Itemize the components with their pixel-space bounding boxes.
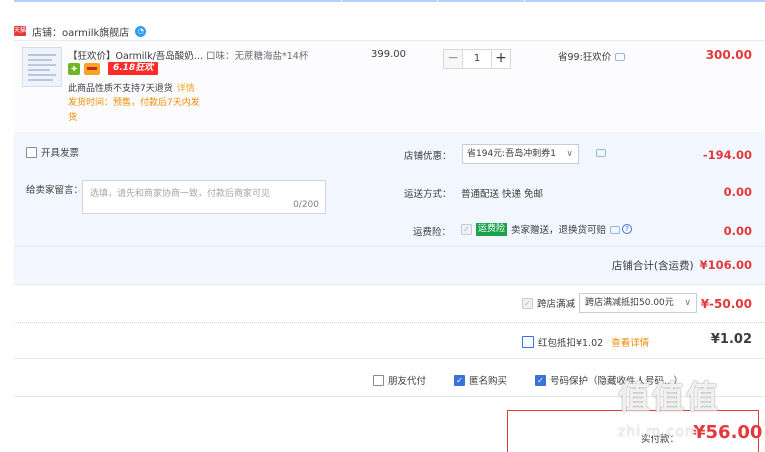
divider — [14, 358, 765, 359]
invoice-checkbox[interactable] — [26, 146, 37, 158]
cross-store-amount: ¥-50.00 — [700, 297, 752, 311]
shipping-label: 运送方式： — [404, 189, 452, 200]
help-icon[interactable]: ? — [622, 224, 633, 234]
friend-pay-checkbox[interactable] — [373, 374, 384, 386]
header-underline — [14, 0, 765, 2]
chevron-down-icon: ∨ — [684, 298, 692, 308]
message-placeholder: 选填，请先和商家协商一致，付款后商家可见 — [90, 189, 271, 199]
payment-amount: ¥56.00 — [693, 422, 763, 443]
insurance-amount: 0.00 — [723, 224, 752, 238]
insurance-checkbox: ✓ — [461, 223, 472, 235]
card-icon — [84, 62, 100, 75]
no-return-notice: 此商品性质不支持7天退货 详情 — [68, 84, 195, 94]
product-badges: ✚ 6.18狂欢 — [68, 62, 159, 75]
red-packet-amount: ¥1.02 — [710, 332, 752, 347]
divider — [14, 322, 765, 323]
green-service-icon: ✚ — [68, 62, 80, 75]
unit-price: 399.00 — [371, 49, 406, 60]
promo-618-badge: 6.18狂欢 — [108, 62, 159, 75]
qty-input[interactable]: 1 — [463, 49, 491, 69]
friend-pay-option[interactable]: 朋友代付 — [373, 373, 426, 387]
insurance-option: ✓ 运费险 卖家赠送，退换货可赔 ? — [461, 222, 633, 236]
shipping-method: 普通配送 快递 免邮 — [461, 189, 544, 200]
line-total: 300.00 — [705, 48, 752, 62]
anonymous-checkbox[interactable]: ✓ — [454, 374, 465, 386]
product-thumbnail[interactable] — [22, 47, 62, 87]
comment-icon[interactable] — [610, 226, 621, 234]
product-title-link[interactable]: 【狂欢价】Oarmilk/吾岛酸奶… — [68, 48, 203, 62]
chat-icon[interactable]: ◔ — [135, 25, 147, 37]
red-packet-checkbox[interactable] — [522, 336, 534, 348]
shipping-amount: 0.00 — [723, 185, 752, 199]
invoice-option[interactable]: 开具发票 — [26, 145, 79, 159]
shop-subtotal: 店铺合计(含运费) ¥106.00 — [611, 258, 752, 272]
red-packet-detail-link[interactable]: 查看详情 — [611, 335, 649, 349]
header-separator — [437, 0, 438, 2]
subtotal-amount: ¥106.00 — [699, 258, 752, 272]
message-label: 给卖家留言： — [26, 185, 84, 196]
product-sku: 口味：无蔗糖海盐*14杯 — [206, 51, 309, 62]
coupon-label: 店铺优惠： — [404, 151, 452, 162]
quantity-stepper: − 1 + — [443, 49, 511, 69]
no-return-detail-link[interactable]: 详情 — [177, 84, 195, 94]
number-protect-checkbox[interactable]: ✓ — [535, 374, 546, 386]
qty-increase-button[interactable]: + — [491, 49, 511, 69]
qty-decrease-button[interactable]: − — [443, 49, 463, 69]
header-separator — [524, 0, 525, 2]
insurance-label: 运费险： — [413, 227, 452, 238]
red-packet-option: 红包抵扣¥1.02 查看详情 — [522, 335, 649, 349]
cross-store-checkbox: ✓ — [522, 297, 533, 309]
cross-store-discount: ✓ 跨店满减 跨店满减抵扣50.00元 ∨ — [522, 293, 698, 313]
anonymous-option[interactable]: ✓ 匿名购买 — [454, 373, 507, 387]
coupon-select[interactable]: 省194元:吾岛冲刺券1 ∨ — [462, 144, 579, 164]
coupon-amount: -194.00 — [702, 148, 752, 162]
cross-store-select[interactable]: 跨店满减抵扣50.00元 ∨ — [579, 293, 698, 313]
comment-icon[interactable] — [596, 149, 606, 157]
chevron-down-icon: ∨ — [566, 149, 573, 159]
tmall-icon: 天猫 — [14, 26, 27, 36]
shop-name-link[interactable]: 店铺：oarmilk旗舰店 — [32, 24, 129, 39]
discount-info: 省99:狂欢价 — [558, 49, 626, 63]
message-char-count: 0/200 — [293, 200, 319, 210]
header-separator — [341, 0, 342, 2]
shop-row: 天猫 店铺：oarmilk旗舰店 ◔ — [14, 22, 147, 40]
insurance-tag: 运费险 — [476, 222, 508, 236]
divider — [14, 284, 765, 285]
message-textarea[interactable]: 选填，请先和商家协商一致，付款后商家可见 0/200 — [82, 180, 326, 214]
ship-time-notice: 发货时间：预售，付款后7天内发货 — [68, 98, 200, 123]
watermark-logo: 值值值 — [618, 378, 721, 416]
comment-icon[interactable] — [615, 53, 626, 61]
watermark-site: zhi.m.com — [618, 424, 700, 440]
